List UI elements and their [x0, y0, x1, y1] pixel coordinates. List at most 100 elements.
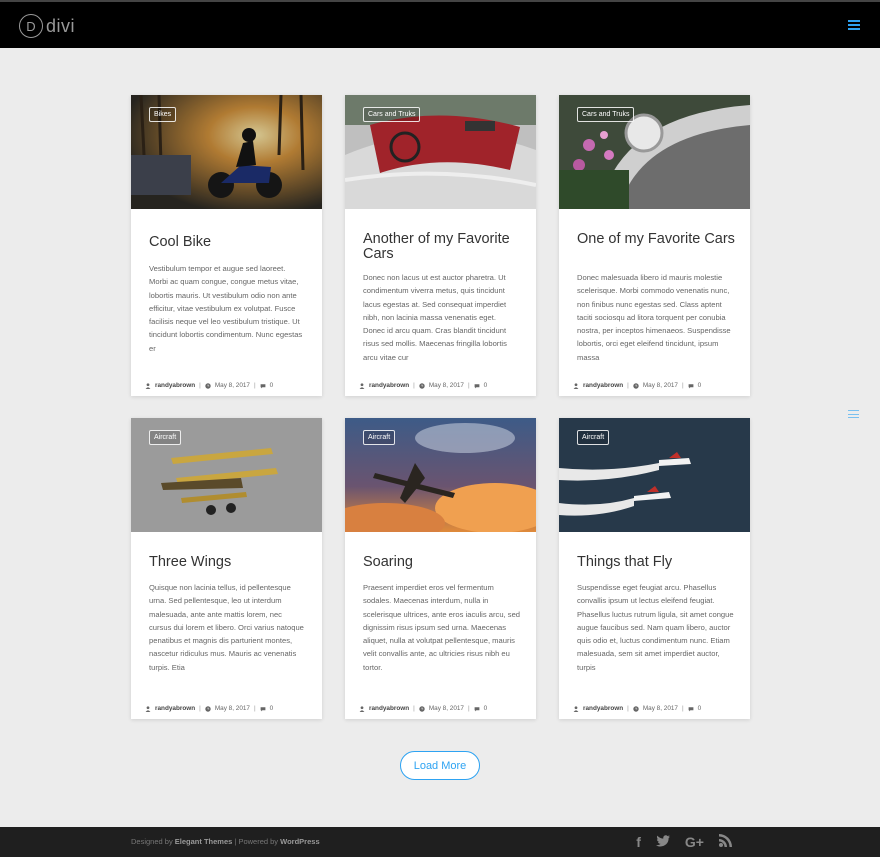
logo-mark: D — [19, 14, 43, 38]
hamburger-menu-icon[interactable] — [848, 20, 860, 30]
meta-separator: | — [681, 382, 684, 389]
comment-icon — [260, 383, 266, 388]
comment-count[interactable]: 0 — [484, 382, 488, 389]
post-thumbnail-plane-sunset[interactable]: Aircraft — [345, 418, 536, 532]
meta-separator: | — [627, 382, 629, 389]
post-excerpt: Suspendisse eget feugiat arcu. Phasellus… — [577, 583, 734, 672]
post-excerpt: Quisque non lacinia tellus, id pellentes… — [149, 583, 304, 672]
post-thumbnail-car-flowers[interactable]: Cars and Truks — [559, 95, 750, 209]
post-author[interactable]: randyabrown — [369, 382, 409, 389]
wordpress-link[interactable]: WordPress — [280, 837, 319, 846]
post-author[interactable]: randyabrown — [583, 382, 623, 389]
meta-separator: | — [413, 705, 415, 712]
clock-icon — [205, 382, 211, 389]
post-title[interactable]: Another of my Favorite Cars — [363, 232, 522, 262]
rss-icon[interactable] — [719, 834, 732, 850]
comment-count[interactable]: 0 — [698, 705, 702, 712]
post-author[interactable]: randyabrown — [369, 705, 409, 712]
post-card: Cars and Truks Another of my Favorite Ca… — [345, 95, 536, 396]
post-card: Cars and Truks One of my Favorite Cars D… — [559, 95, 750, 396]
post-card: Aircraft Three Wings Quisque non lacinia… — [131, 418, 322, 719]
author-icon — [573, 705, 579, 712]
post-thumbnail-triplane[interactable]: Aircraft — [131, 418, 322, 532]
comment-icon — [260, 706, 266, 711]
post-title[interactable]: Soaring — [363, 555, 522, 570]
social-links: f G+ — [636, 834, 732, 850]
post-author[interactable]: randyabrown — [155, 705, 195, 712]
author-icon — [359, 382, 365, 389]
post-meta: randyabrown | May 8, 2017 | 0 — [359, 382, 487, 389]
comment-icon — [688, 383, 694, 388]
twitter-icon[interactable] — [655, 834, 670, 850]
comment-count[interactable]: 0 — [270, 705, 274, 712]
post-meta: randyabrown | May 8, 2017 | 0 — [145, 382, 273, 389]
clock-icon — [419, 705, 425, 712]
category-tag[interactable]: Cars and Truks — [577, 107, 635, 122]
post-meta: randyabrown | May 8, 2017 | 0 — [573, 705, 701, 712]
meta-separator: | — [253, 382, 256, 389]
google-plus-icon[interactable]: G+ — [685, 834, 704, 850]
footer-credits: Designed by Elegant Themes | Powered by … — [131, 837, 320, 846]
meta-separator: | — [199, 705, 201, 712]
comment-count[interactable]: 0 — [484, 705, 488, 712]
top-header: D divi — [0, 0, 880, 48]
meta-separator: | — [627, 705, 629, 712]
meta-separator: | — [199, 382, 201, 389]
author-icon — [145, 705, 151, 712]
footer: Designed by Elegant Themes | Powered by … — [0, 827, 880, 857]
post-title[interactable]: One of my Favorite Cars — [577, 232, 736, 247]
post-excerpt: Praesent imperdiet eros vel fermentum so… — [363, 583, 521, 672]
comment-icon — [474, 383, 480, 388]
post-excerpt: Vestibulum tempor et augue sed laoreet. … — [149, 264, 303, 353]
category-tag[interactable]: Aircraft — [577, 430, 610, 445]
clock-icon — [633, 705, 639, 712]
category-tag[interactable]: Cars and Truks — [363, 107, 421, 122]
post-card: Bikes Cool Bike Vestibulum tempor et aug… — [131, 95, 322, 396]
post-thumbnail-jets[interactable]: Aircraft — [559, 418, 750, 532]
comment-count[interactable]: 0 — [698, 382, 702, 389]
post-date: May 8, 2017 — [428, 705, 464, 712]
post-date: May 8, 2017 — [642, 382, 678, 389]
post-meta: randyabrown | May 8, 2017 | 0 — [145, 705, 273, 712]
post-date: May 8, 2017 — [214, 382, 250, 389]
category-tag[interactable]: Bikes — [149, 107, 177, 122]
author-icon — [359, 705, 365, 712]
post-card: Aircraft Things that Fly Suspendisse ege… — [559, 418, 750, 719]
post-meta: randyabrown | May 8, 2017 | 0 — [359, 705, 487, 712]
post-title[interactable]: Cool Bike — [149, 235, 308, 250]
post-author[interactable]: randyabrown — [155, 382, 195, 389]
blog-grid: Bikes Cool Bike Vestibulum tempor et aug… — [131, 95, 750, 719]
comment-count[interactable]: 0 — [270, 382, 274, 389]
author-icon — [145, 382, 151, 389]
comment-icon — [474, 706, 480, 711]
designed-by-label: Designed by — [131, 837, 173, 846]
meta-separator: | — [467, 382, 470, 389]
powered-by-label: | Powered by — [234, 837, 279, 846]
post-date: May 8, 2017 — [642, 705, 678, 712]
comment-icon — [688, 706, 694, 711]
logo-text: divi — [46, 15, 76, 36]
post-title[interactable]: Three Wings — [149, 555, 308, 570]
side-menu-icon[interactable] — [848, 410, 859, 418]
facebook-icon[interactable]: f — [636, 834, 641, 850]
elegant-themes-link[interactable]: Elegant Themes — [175, 837, 233, 846]
post-title[interactable]: Things that Fly — [577, 555, 736, 570]
meta-separator: | — [681, 705, 684, 712]
post-thumbnail-red-car-interior[interactable]: Cars and Truks — [345, 95, 536, 209]
clock-icon — [419, 382, 425, 389]
meta-separator: | — [467, 705, 470, 712]
divi-logo[interactable]: D divi — [19, 14, 75, 38]
meta-separator: | — [413, 382, 415, 389]
clock-icon — [205, 705, 211, 712]
clock-icon — [633, 382, 639, 389]
post-author[interactable]: randyabrown — [583, 705, 623, 712]
category-tag[interactable]: Aircraft — [363, 430, 396, 445]
post-date: May 8, 2017 — [214, 705, 250, 712]
post-card: Aircraft Soaring Praesent imperdiet eros… — [345, 418, 536, 719]
post-date: May 8, 2017 — [428, 382, 464, 389]
load-more-button[interactable]: Load More — [400, 751, 480, 780]
post-thumbnail-motorcycle[interactable]: Bikes — [131, 95, 322, 209]
category-tag[interactable]: Aircraft — [149, 430, 182, 445]
post-excerpt: Donec non lacus ut est auctor pharetra. … — [363, 273, 507, 362]
author-icon — [573, 382, 579, 389]
